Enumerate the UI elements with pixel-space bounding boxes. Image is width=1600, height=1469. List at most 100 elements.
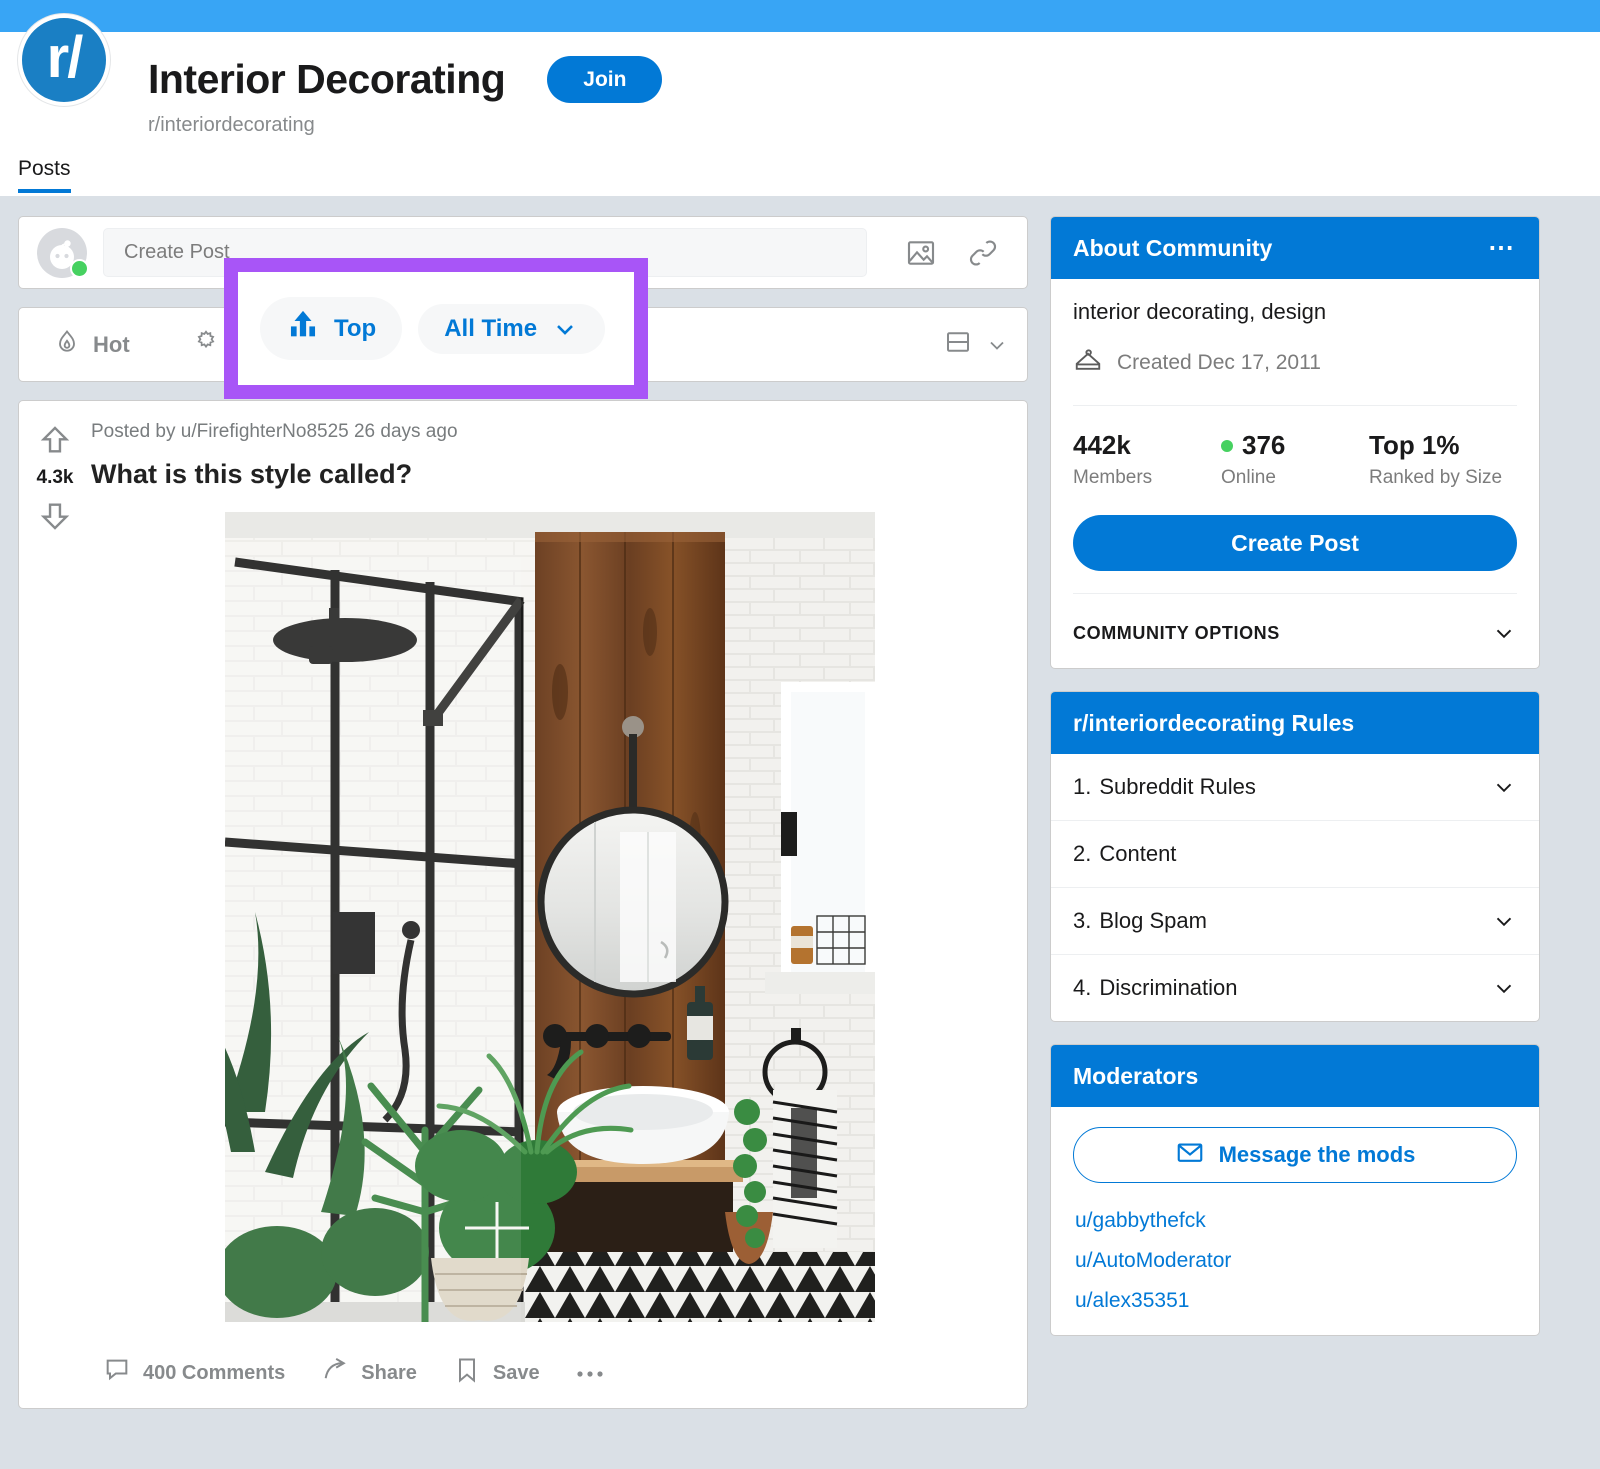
post-actions: 400 Comments Share Save xyxy=(91,1334,1009,1408)
rule-row[interactable]: 1. Subreddit Rules xyxy=(1051,754,1539,821)
share-button[interactable]: Share xyxy=(321,1356,417,1390)
rules-title: r/interiordecorating Rules xyxy=(1073,709,1355,736)
cake-icon xyxy=(1073,345,1103,381)
card-layout-icon xyxy=(943,327,973,362)
stat-members: 442k Members xyxy=(1073,430,1221,489)
share-icon xyxy=(321,1356,349,1390)
comments-label: 400 Comments xyxy=(143,1361,286,1384)
community-header: r/ Interior Decorating Join r/interiorde… xyxy=(0,14,1600,196)
chevron-down-icon xyxy=(1491,975,1517,1001)
rule-row[interactable]: 2. Content xyxy=(1051,821,1539,888)
avatar[interactable] xyxy=(37,227,89,278)
stat-online-value: 376 xyxy=(1242,430,1286,460)
about-community-body: interior decorating, design Created Dec … xyxy=(1051,279,1539,668)
rule-number: 1. xyxy=(1073,774,1092,799)
sort-bar-wrapper: Hot New xyxy=(18,258,1028,399)
upvote-icon[interactable] xyxy=(38,423,72,457)
chevron-down-icon xyxy=(1491,620,1517,646)
sort-top-button[interactable]: Top xyxy=(260,297,403,360)
rules-card: r/interiordecorating Rules 1. Subreddit R… xyxy=(1050,691,1540,1022)
top-banner-strip xyxy=(0,0,1600,32)
community-options-label: COMMUNITY OPTIONS xyxy=(1073,622,1280,643)
rule-label: Discrimination xyxy=(1099,975,1238,1000)
rule-number: 2. xyxy=(1073,841,1092,866)
tab-posts[interactable]: Posts xyxy=(18,157,71,193)
stat-members-label: Members xyxy=(1073,467,1153,488)
stat-rank-label: Ranked by Size xyxy=(1369,467,1503,488)
message-the-mods-label: Message the mods xyxy=(1218,1142,1416,1167)
post-image-container xyxy=(91,512,1009,1322)
rule-row[interactable]: 4. Discrimination xyxy=(1051,955,1539,1021)
rules-header: r/interiordecorating Rules xyxy=(1051,692,1539,754)
save-button[interactable]: Save xyxy=(453,1356,540,1390)
stat-rank-value: Top 1% xyxy=(1369,430,1460,460)
chevron-down-icon xyxy=(985,333,1009,357)
vote-column: 4.3k xyxy=(19,401,91,1408)
community-tabs: Posts xyxy=(0,157,1600,193)
sort-top-label: Top xyxy=(334,314,377,342)
sort-item-hot-label: Hot xyxy=(93,331,130,357)
more-dots-icon[interactable]: ⋯ xyxy=(1488,235,1517,260)
sidebar-create-post-button[interactable]: Create Post xyxy=(1073,515,1517,571)
chevron-down-icon xyxy=(1491,908,1517,934)
sparkle-icon xyxy=(192,328,220,362)
rule-label: Subreddit Rules xyxy=(1099,774,1256,799)
stat-rank: Top 1% Ranked by Size xyxy=(1369,430,1517,489)
link-icon[interactable] xyxy=(967,237,999,269)
highlight-annotation-box: Top All Time xyxy=(224,258,648,399)
community-options-row[interactable]: COMMUNITY OPTIONS xyxy=(1073,593,1517,646)
community-avatar-glyph: r/ xyxy=(46,25,84,90)
share-label: Share xyxy=(361,1361,417,1384)
bookmark-icon xyxy=(453,1356,481,1390)
moderator-link[interactable]: u/gabbythefck xyxy=(1073,1193,1517,1233)
community-created-row: Created Dec 17, 2011 xyxy=(1073,345,1517,406)
page-body: Create Post Hot Top All Time 4.3k Posted… xyxy=(0,196,1600,1409)
join-button[interactable]: Join xyxy=(547,56,663,103)
community-stats: 442k Members 376 Online Top 1% Ranked by… xyxy=(1073,406,1517,497)
post-meta: Posted by u/FirefighterNo8525 26 days ag… xyxy=(91,421,458,442)
more-dots-icon xyxy=(576,1362,604,1385)
chevron-down-icon xyxy=(551,315,579,343)
moderator-link[interactable]: u/AutoModerator xyxy=(1073,1233,1517,1273)
moderators-card: Moderators Message the mods u/gabbythefc… xyxy=(1050,1044,1540,1336)
message-the-mods-button[interactable]: Message the mods xyxy=(1073,1127,1517,1183)
community-handle: r/interiordecorating xyxy=(148,114,315,136)
sort-item-hot[interactable]: Hot xyxy=(37,319,146,371)
moderators-title: Moderators xyxy=(1073,1062,1199,1089)
post-more-button[interactable] xyxy=(576,1362,604,1385)
time-filter-button[interactable]: All Time xyxy=(418,303,606,354)
comments-button[interactable]: 400 Comments xyxy=(103,1356,285,1390)
post-title[interactable]: What is this style called? xyxy=(91,459,1009,490)
about-community-title: About Community xyxy=(1073,234,1273,261)
rule-number: 3. xyxy=(1073,908,1092,933)
bar-chart-up-icon xyxy=(286,308,320,349)
vote-score: 4.3k xyxy=(36,467,74,488)
main-column: Create Post Hot Top All Time 4.3k Posted… xyxy=(18,216,1028,1409)
rule-number: 4. xyxy=(1073,975,1092,1000)
moderators-header: Moderators xyxy=(1051,1045,1539,1107)
community-description: interior decorating, design xyxy=(1073,299,1327,324)
comment-icon xyxy=(103,1356,131,1390)
online-indicator xyxy=(70,258,89,278)
time-filter-label: All Time xyxy=(444,314,538,342)
image-icon[interactable] xyxy=(905,237,937,269)
flame-icon xyxy=(53,328,81,362)
stat-online-label: Online xyxy=(1221,467,1276,488)
rules-list: 1. Subreddit Rules 2. Content 3. Blog Spam … xyxy=(1051,754,1539,1021)
rule-label: Blog Spam xyxy=(1099,908,1207,933)
envelope-icon xyxy=(1175,1137,1205,1173)
post-image[interactable] xyxy=(225,512,875,1322)
moderators-body: Message the mods u/gabbythefck u/AutoMod… xyxy=(1051,1107,1539,1335)
rule-row[interactable]: 3. Blog Spam xyxy=(1051,888,1539,955)
community-avatar: r/ xyxy=(18,14,110,106)
moderator-link[interactable]: u/alex35351 xyxy=(1073,1273,1517,1313)
sidebar: About Community ⋯ interior decorating, d… xyxy=(1050,216,1540,1358)
stat-online: 376 Online xyxy=(1221,430,1369,489)
online-dot-icon xyxy=(1221,439,1233,452)
layout-toggle[interactable] xyxy=(943,327,1009,362)
about-community-card: About Community ⋯ interior decorating, d… xyxy=(1050,216,1540,669)
post-card: 4.3k Posted by u/FirefighterNo8525 26 da… xyxy=(18,400,1028,1409)
downvote-icon[interactable] xyxy=(38,499,72,533)
rule-label: Content xyxy=(1099,841,1177,866)
stat-members-value: 442k xyxy=(1073,430,1131,460)
